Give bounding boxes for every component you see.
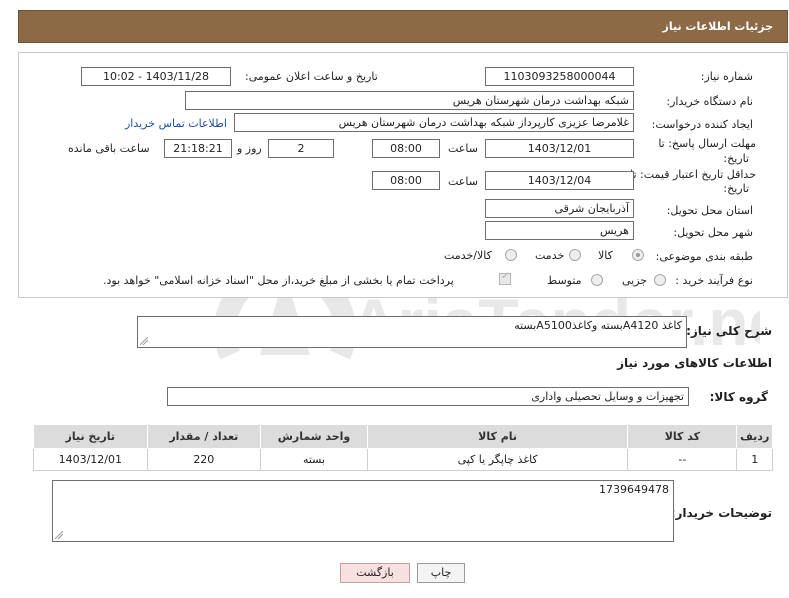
col-header-need-date: تاریخ نیاز xyxy=(33,424,148,449)
table-cell-row-number: 1 xyxy=(736,448,773,471)
announce-datetime-field[interactable]: 1403/11/28 - 10:02 xyxy=(81,67,231,86)
validity-date-field[interactable]: 1403/12/04 xyxy=(485,171,634,190)
need-number-label: شماره نیاز: xyxy=(700,70,753,83)
deadline-date-field[interactable]: 1403/12/01 xyxy=(485,139,634,158)
back-button[interactable]: بازگشت xyxy=(340,563,410,583)
description-text: کاغذ A4120بسته وکاغذA5100بسته xyxy=(514,319,682,332)
process-label: نوع فرآیند خرید : xyxy=(675,274,753,287)
page-header: جزئیات اطلاعات نیاز xyxy=(18,10,788,43)
remaining-time-field[interactable]: 21:18:21 xyxy=(164,139,232,158)
category-radio-goods[interactable] xyxy=(632,249,644,261)
table-cell-quantity: 220 xyxy=(146,448,262,471)
goods-group-label: گروه کالا: xyxy=(709,390,768,404)
buyer-notes-textarea[interactable]: 1739649478 xyxy=(52,480,674,542)
resize-handle-icon[interactable] xyxy=(55,531,63,539)
process-radio-medium[interactable] xyxy=(591,274,603,286)
buyer-org-label: نام دستگاه خریدار: xyxy=(666,95,753,108)
remaining-time-label: ساعت باقی مانده xyxy=(68,142,150,155)
treasury-payment-note: پرداخت تمام یا بخشی از مبلغ خرید،از محل … xyxy=(103,274,454,287)
col-header-unit: واحد شمارش xyxy=(260,424,368,449)
table-header-row: ردیف کد کالا نام کالا واحد شمارش تعداد /… xyxy=(33,424,773,449)
deadline-time-field[interactable]: 08:00 xyxy=(372,139,440,158)
print-button[interactable]: چاپ xyxy=(417,563,465,583)
creator-label: ایجاد کننده درخواست: xyxy=(651,118,753,131)
validity-time-field[interactable]: 08:00 xyxy=(372,171,440,190)
description-label: شرح کلی نیاز: xyxy=(686,324,772,338)
days-remaining-field[interactable]: 2 xyxy=(268,139,334,158)
description-textarea[interactable]: کاغذ A4120بسته وکاغذA5100بسته xyxy=(137,316,687,348)
process-option-minor: جزیی xyxy=(622,274,648,287)
table-cell-unit: بسته xyxy=(260,448,368,471)
buyer-notes-label: توضیحات خریدار: xyxy=(670,506,772,520)
validity-label: حداقل تاریخ اعتبار قیمت: تا xyxy=(630,168,756,181)
province-label: استان محل تحویل: xyxy=(666,204,753,217)
process-radio-minor[interactable] xyxy=(654,274,666,286)
deadline-label: مهلت ارسال پاسخ: تا xyxy=(658,137,756,150)
table-cell-goods-name: کاغذ چاپگر یا کپی xyxy=(366,448,629,471)
goods-group-field[interactable]: تجهیزات و وسایل تحصیلی واداری xyxy=(167,387,689,406)
table-cell-goods-code: -- xyxy=(627,448,738,471)
creator-field[interactable]: غلامرضا عزیزی کارپرداز شبکه بهداشت درمان… xyxy=(234,113,634,132)
buyer-notes-text: 1739649478 xyxy=(599,483,669,496)
city-field[interactable]: هریس xyxy=(485,221,634,240)
category-label: طبقه بندی موضوعی: xyxy=(655,250,753,263)
category-option-service: خدمت xyxy=(535,249,565,262)
resize-handle-icon[interactable] xyxy=(140,337,148,345)
page-title: جزئیات اطلاعات نیاز xyxy=(662,20,774,33)
deadline-label-date: تاریخ: xyxy=(723,152,749,165)
process-option-medium: متوسط xyxy=(547,274,582,287)
col-header-goods-name: نام کالا xyxy=(366,424,629,449)
announce-datetime-label: تاریخ و ساعت اعلان عمومی: xyxy=(245,70,378,83)
validity-label-date: تاریخ: xyxy=(723,182,749,195)
buyer-org-field[interactable]: شبکه بهداشت درمان شهرستان هریس xyxy=(185,91,634,110)
table-cell-need-date: 1403/12/01 xyxy=(33,448,148,471)
category-option-goods: کالا xyxy=(598,249,613,262)
goods-section-title: اطلاعات کالاهای مورد نیاز xyxy=(617,356,772,370)
category-radio-goods-service[interactable] xyxy=(505,249,517,261)
table-row[interactable]: 1 -- کاغذ چاپگر یا کپی بسته 220 1403/12/… xyxy=(33,448,773,471)
validity-time-label: ساعت xyxy=(448,175,478,188)
days-label: روز و xyxy=(237,142,262,155)
city-label: شهر محل تحویل: xyxy=(673,226,753,239)
col-header-row-number: ردیف xyxy=(736,424,773,449)
deadline-time-label: ساعت xyxy=(448,142,478,155)
treasury-payment-checkbox[interactable] xyxy=(499,271,511,285)
category-option-goods-service: کالا/خدمت xyxy=(444,249,492,262)
province-field[interactable]: آذربایجان شرقی xyxy=(485,199,634,218)
category-radio-service[interactable] xyxy=(569,249,581,261)
col-header-quantity: تعداد / مقدار xyxy=(146,424,262,449)
need-number-field[interactable]: 1103093258000044 xyxy=(485,67,634,86)
goods-table: ردیف کد کالا نام کالا واحد شمارش تعداد /… xyxy=(33,424,773,471)
col-header-goods-code: کد کالا xyxy=(627,424,738,449)
buyer-contact-link[interactable]: اطلاعات تماس خریدار xyxy=(125,117,227,130)
